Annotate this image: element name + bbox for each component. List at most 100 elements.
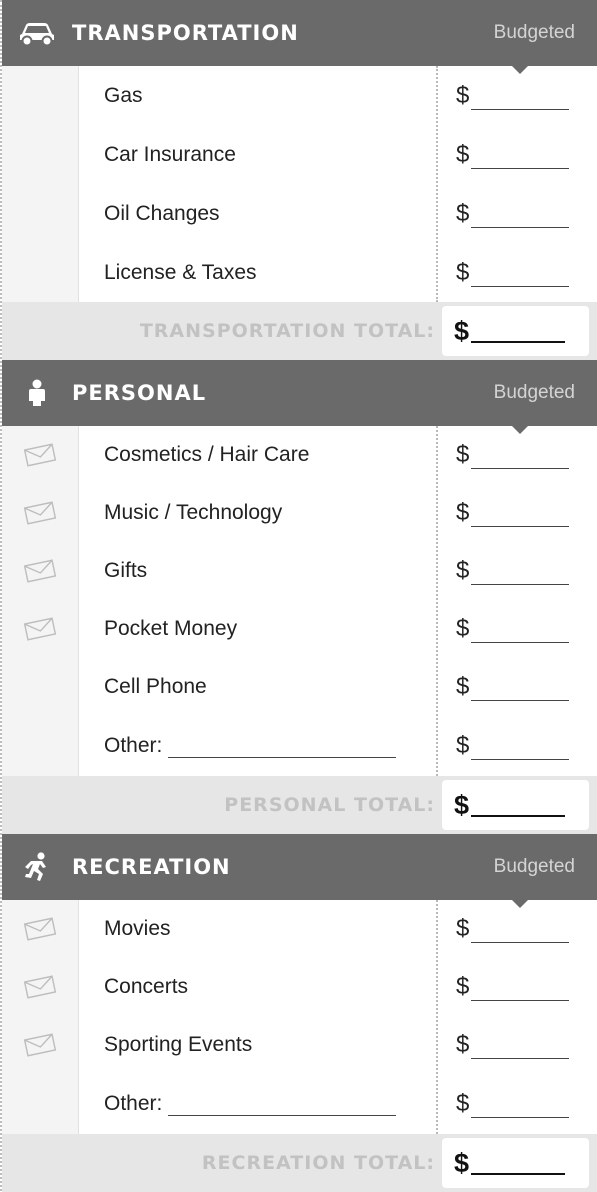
budgeted-column-label: Budgeted [493, 382, 575, 403]
list-item: Sporting Events $ [2, 1016, 597, 1074]
total-blank [471, 793, 566, 817]
total-field[interactable]: $ [442, 306, 589, 356]
amount-blank[interactable] [471, 89, 570, 110]
list-item: Pocket Money $ [2, 600, 597, 658]
amount-blank[interactable] [471, 506, 570, 527]
section-personal: PERSONAL Budgeted Cosmetics / Hair Care … [2, 360, 597, 834]
total-label: PERSONAL TOTAL: [224, 794, 435, 816]
amount-blank[interactable] [471, 680, 570, 701]
currency-symbol: $ [456, 499, 470, 526]
total-field[interactable]: $ [442, 1138, 589, 1188]
item-label: Cosmetics / Hair Care [104, 443, 310, 466]
budgeted-column-label: Budgeted [493, 22, 575, 43]
section-body: Gas $ Car Insurance $ Oil Changes $ Lice… [2, 66, 597, 302]
currency-symbol: $ [456, 615, 470, 642]
item-label: Gifts [104, 559, 148, 582]
amount-blank[interactable] [471, 622, 570, 643]
list-item: Concerts $ [2, 958, 597, 1016]
item-label: Concerts [104, 975, 189, 998]
item-label: Oil Changes [104, 201, 220, 225]
section-total: TRANSPORTATION TOTAL: $ [2, 302, 597, 360]
currency-symbol: $ [454, 789, 470, 820]
amount-blank[interactable] [471, 1038, 570, 1059]
section-header: RECREATION Budgeted [2, 834, 597, 908]
list-item: Car Insurance $ [2, 125, 597, 184]
section-title: TRANSPORTATION [72, 21, 299, 45]
currency-symbol: $ [456, 732, 470, 759]
total-field[interactable]: $ [442, 780, 589, 830]
section-header: TRANSPORTATION Budgeted [2, 0, 597, 74]
currency-symbol: $ [454, 1147, 470, 1178]
list-item: Cosmetics / Hair Care $ [2, 426, 597, 484]
total-label: RECREATION TOTAL: [201, 1152, 435, 1174]
amount-blank[interactable] [471, 148, 570, 169]
section-title: RECREATION [72, 855, 231, 879]
list-item: Other: $ [2, 1074, 597, 1134]
section-transportation: TRANSPORTATION Budgeted Gas $ Car Insura… [2, 0, 597, 360]
other-blank[interactable] [168, 737, 397, 758]
envelope-icon [2, 917, 78, 941]
total-blank [471, 319, 566, 343]
list-item: Gifts $ [2, 542, 597, 600]
amount-blank[interactable] [471, 739, 570, 760]
list-item: Movies $ [2, 900, 597, 958]
currency-symbol: $ [456, 557, 470, 584]
amount-blank[interactable] [471, 1097, 570, 1118]
amount-blank[interactable] [471, 266, 570, 287]
runner-icon [2, 852, 72, 882]
section-body: Movies $ Concerts $ Sporting Events $ Ot… [2, 900, 597, 1134]
envelope-icon [2, 443, 78, 467]
list-item: License & Taxes $ [2, 243, 597, 302]
section-total: RECREATION TOTAL: $ [2, 1134, 597, 1192]
budgeted-column-label: Budgeted [493, 856, 575, 877]
envelope-icon [2, 501, 78, 525]
envelope-icon [2, 1033, 78, 1057]
currency-symbol: $ [456, 673, 470, 700]
envelope-icon [2, 617, 78, 641]
total-blank [471, 1151, 566, 1175]
item-label: Movies [104, 917, 171, 940]
currency-symbol: $ [456, 973, 470, 1000]
section-body: Cosmetics / Hair Care $ Music / Technolo… [2, 426, 597, 776]
currency-symbol: $ [456, 81, 470, 109]
list-item: Music / Technology $ [2, 484, 597, 542]
item-label: Car Insurance [104, 142, 236, 166]
section-total: PERSONAL TOTAL: $ [2, 776, 597, 834]
item-label: Cell Phone [104, 675, 207, 698]
amount-blank[interactable] [471, 207, 570, 228]
list-item: Other: $ [2, 716, 597, 776]
item-label: Music / Technology [104, 501, 283, 524]
budget-worksheet: TRANSPORTATION Budgeted Gas $ Car Insura… [0, 0, 597, 1192]
list-item: Gas $ [2, 66, 597, 125]
section-header: PERSONAL Budgeted [2, 360, 597, 434]
currency-symbol: $ [456, 258, 470, 286]
amount-blank[interactable] [471, 564, 570, 585]
section-recreation: RECREATION Budgeted Movies $ Concerts $ … [2, 834, 597, 1192]
currency-symbol: $ [456, 1090, 470, 1117]
item-label-other: Other: [78, 1092, 410, 1116]
currency-symbol: $ [456, 915, 470, 942]
list-item: Oil Changes $ [2, 184, 597, 243]
list-item: Cell Phone $ [2, 658, 597, 716]
currency-symbol: $ [456, 140, 470, 168]
amount-blank[interactable] [471, 980, 570, 1001]
currency-symbol: $ [456, 1031, 470, 1058]
amount-blank[interactable] [471, 922, 570, 943]
item-label: Sporting Events [104, 1033, 253, 1056]
person-icon [2, 379, 72, 407]
total-label: TRANSPORTATION TOTAL: [139, 320, 435, 342]
envelope-icon [2, 559, 78, 583]
item-label: Gas [104, 83, 143, 107]
other-label: Other: [104, 1092, 163, 1115]
other-label: Other: [104, 734, 163, 757]
envelope-icon [2, 975, 78, 999]
currency-symbol: $ [456, 199, 470, 227]
other-blank[interactable] [168, 1095, 397, 1116]
section-title: PERSONAL [72, 381, 207, 405]
car-icon [2, 20, 72, 46]
item-label: License & Taxes [104, 260, 257, 284]
item-label-other: Other: [78, 734, 410, 758]
currency-symbol: $ [454, 315, 470, 346]
currency-symbol: $ [456, 441, 470, 468]
amount-blank[interactable] [471, 448, 570, 469]
